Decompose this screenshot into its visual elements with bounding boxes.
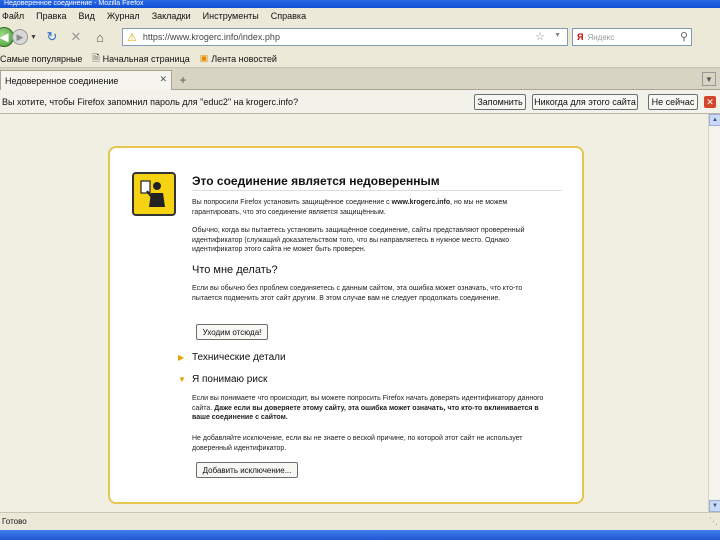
officer-warning-icon [132, 172, 176, 216]
window-titlebar: Недоверенное соединение - Mozilla Firefo… [0, 0, 720, 8]
error-title: Это соединение является недоверенным [192, 174, 440, 188]
close-tab-icon[interactable]: ✕ [159, 74, 167, 85]
menu-tools[interactable]: Инструменты [203, 11, 259, 21]
understand-risks-label: Я понимаю риск [192, 374, 268, 385]
bookmark-home-page[interactable]: 🗎 Начальная страница [92, 51, 189, 67]
menu-file[interactable]: Файл [2, 11, 24, 21]
risks-bold-text: Даже если вы доверяете этому сайту, эта … [192, 404, 539, 422]
search-box[interactable]: Я Яндекс ⚲ [572, 28, 692, 46]
risks-paragraph: Если вы понимаете что происходит, вы мож… [192, 394, 552, 423]
scroll-up-icon[interactable]: ▲ [709, 114, 720, 126]
technical-details-toggle[interactable]: ▶ Технические детали [178, 352, 286, 363]
scroll-down-icon[interactable]: ▼ [709, 500, 720, 512]
search-engine-icon[interactable]: Я [577, 32, 583, 42]
vertical-scrollbar[interactable]: ▲ ▼ [708, 114, 720, 512]
rss-icon: ▣ [199, 53, 209, 63]
forward-button[interactable]: ▶ [12, 29, 28, 45]
page-icon: 🗎 [92, 52, 100, 63]
bookmark-most-visited[interactable]: Самые популярные [0, 54, 82, 64]
menu-bar: Файл Правка Вид Журнал Закладки Инструме… [0, 8, 720, 24]
bookmark-news-feed[interactable]: ▣ Лента новостей [200, 53, 277, 64]
status-bar: Готово ⋱ [0, 512, 720, 530]
exception-paragraph: Не добавляйте исключение, если вы не зна… [192, 435, 523, 452]
close-notification-icon[interactable]: ✕ [704, 96, 716, 108]
page-content: Это соединение является недоверенным Вы … [0, 114, 708, 512]
divider [192, 190, 562, 191]
intro-paragraph: Вы попросили Firefox установить защищённ… [192, 198, 552, 217]
notification-text: Вы хотите, чтобы Firefox запомнил пароль… [2, 96, 299, 107]
url-dropdown-icon[interactable]: ▼ [554, 32, 561, 39]
menu-edit[interactable]: Правка [36, 11, 66, 21]
collapse-triangle-icon: ▼ [178, 375, 186, 384]
bookmark-label: Самые популярные [0, 53, 83, 64]
understand-risks-toggle[interactable]: ▼ Я понимаю риск [178, 374, 267, 385]
remember-password-button[interactable]: Запомнить [474, 94, 526, 110]
arrow-right-icon: ▶ [16, 31, 24, 42]
menu-view[interactable]: Вид [79, 11, 95, 21]
expand-triangle-icon: ▶ [178, 353, 185, 362]
intro-text-pre: Вы попросили Firefox установить защищённ… [192, 199, 392, 206]
taskbar [0, 530, 720, 540]
reload-icon: ↻ [46, 29, 58, 44]
search-icon[interactable]: ⚲ [680, 30, 688, 43]
url-text: https://www.krogerc.info/index.php [142, 32, 280, 42]
error-card: Это соединение является недоверенным Вы … [108, 146, 584, 504]
stop-button[interactable]: ✕ [67, 28, 85, 46]
home-icon: ⌂ [96, 29, 104, 45]
password-notification-bar: Вы хотите, чтобы Firefox запомнил пароль… [0, 90, 720, 114]
navigation-toolbar: ◀ ▶ ▼ ↻ ✕ ⌂ ⚠ https://www.krogerc.info/i… [0, 24, 720, 50]
never-for-site-button[interactable]: Никогда для этого сайта [532, 94, 638, 110]
what-to-do-paragraph: Если вы обычно без проблем соединяетесь … [192, 285, 523, 302]
tab-strip: Недоверенное соединение ✕ + ▼ [0, 68, 720, 90]
menu-history[interactable]: Журнал [107, 11, 140, 21]
arrow-left-icon: ◀ [0, 30, 9, 44]
status-text: Готово [2, 517, 27, 526]
intro-host: www.krogerc.info [391, 199, 451, 206]
tab-untrusted-connection[interactable]: Недоверенное соединение ✕ [0, 70, 172, 90]
url-bar[interactable]: ⚠ https://www.krogerc.info/index.php ☆ ▼ [122, 28, 568, 46]
bookmark-star-icon[interactable]: ☆ [535, 30, 545, 43]
home-button[interactable]: ⌂ [91, 28, 109, 46]
what-to-do-heading: Что мне делать? [192, 264, 278, 276]
chevron-down-icon: ▼ [705, 74, 713, 84]
history-dropdown-icon[interactable]: ▼ [30, 34, 37, 41]
reload-button[interactable]: ↻ [43, 28, 61, 46]
menu-help[interactable]: Справка [271, 11, 306, 21]
warning-icon: ⚠ [127, 31, 137, 44]
plus-icon: + [179, 73, 187, 87]
not-now-button[interactable]: Не сейчас [648, 94, 698, 110]
get-me-out-button[interactable]: Уходим отсюда! [196, 324, 268, 340]
bookmarks-toolbar: Самые популярные 🗎 Начальная страница ▣ … [0, 50, 720, 68]
add-exception-button[interactable]: Добавить исключение... [196, 462, 298, 478]
new-tab-button[interactable]: + [176, 73, 190, 87]
bookmark-label: Лента новостей [211, 53, 277, 64]
technical-details-label: Технические детали [192, 352, 286, 363]
window-title: Недоверенное соединение - Mozilla Firefo… [4, 0, 144, 7]
tab-list-button[interactable]: ▼ [702, 72, 716, 86]
verification-paragraph: Обычно, когда вы пытаетесь установить за… [192, 227, 525, 253]
resize-grip-icon[interactable]: ⋱ [709, 516, 718, 527]
stop-icon: ✕ [70, 29, 82, 44]
tab-label: Недоверенное соединение [5, 75, 119, 86]
bookmark-label: Начальная страница [102, 53, 190, 64]
search-placeholder: Яндекс [587, 32, 615, 42]
menu-bookmarks[interactable]: Закладки [152, 11, 191, 21]
